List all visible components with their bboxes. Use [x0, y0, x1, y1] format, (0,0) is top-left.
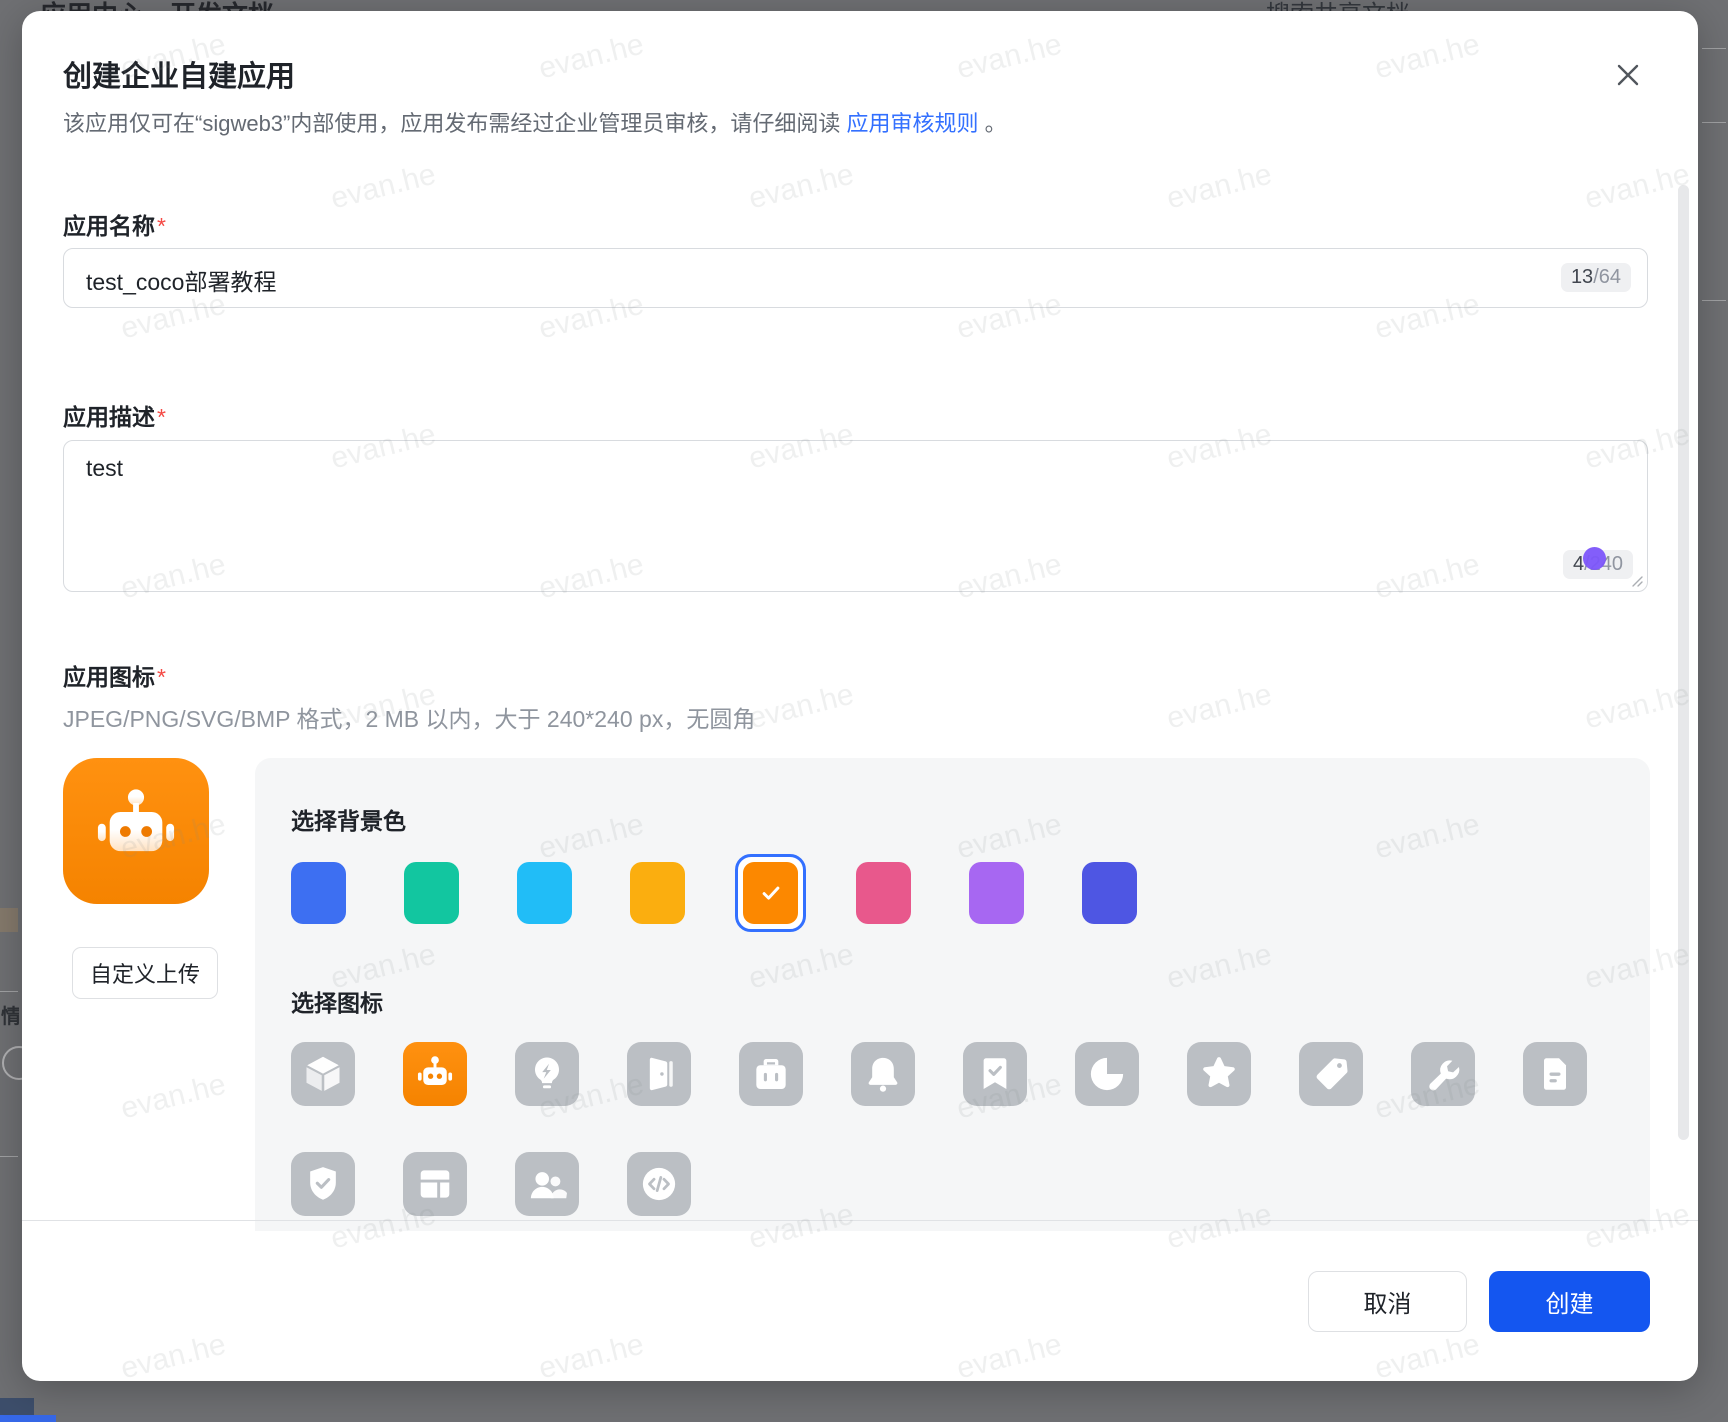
bg-color-swatch-teal[interactable]	[404, 862, 459, 924]
door-icon	[637, 1052, 681, 1096]
robot-icon	[80, 775, 192, 887]
char-counter: 13/64	[1561, 263, 1631, 292]
icon-tile-briefcase[interactable]	[739, 1042, 803, 1106]
icon-tile-star[interactable]	[1187, 1042, 1251, 1106]
screen: 应用中心 开发文档 搜索共享文档 情 创建企业自建应用 该应用仅可在“sigwe…	[0, 0, 1728, 1422]
footer-divider	[22, 1220, 1698, 1221]
app-icon-label: 应用图标*	[63, 658, 166, 692]
char-counter: 4/240	[1563, 550, 1633, 579]
background-row-fragment	[0, 908, 18, 932]
bg-color-swatch-purple[interactable]	[969, 862, 1024, 924]
background-text-fragment: 情	[1, 1000, 19, 1026]
icon-tile-layout[interactable]	[403, 1152, 467, 1216]
background-divider	[1702, 300, 1726, 301]
icon-config-panel: 选择背景色 选择图标	[255, 758, 1650, 1231]
required-asterisk: *	[157, 213, 166, 239]
background-divider	[1702, 122, 1726, 123]
icon-tile-cube[interactable]	[291, 1042, 355, 1106]
check-icon	[756, 878, 786, 908]
code-icon	[637, 1162, 681, 1206]
cancel-button[interactable]: 取消	[1308, 1271, 1467, 1332]
textarea-resize-handle[interactable]	[1628, 572, 1644, 588]
bg-color-swatch-indigo[interactable]	[1082, 862, 1137, 924]
bulb-icon	[525, 1052, 569, 1096]
review-rules-link[interactable]: 应用审核规则	[846, 111, 978, 136]
modal-scrollbar[interactable]	[1678, 185, 1689, 1140]
background-page-header-fragment: 应用中心 开发文档	[40, 0, 460, 11]
app-desc-value: test	[86, 455, 123, 482]
icon-tile-pie[interactable]	[1075, 1042, 1139, 1106]
icon-tile-door[interactable]	[627, 1042, 691, 1106]
modal-title: 创建企业自建应用	[63, 53, 295, 95]
briefcase-icon	[749, 1052, 793, 1096]
icon-tile-shield[interactable]	[291, 1152, 355, 1216]
app-name-value: test_coco部署教程	[86, 263, 276, 297]
icon-tile-bulb[interactable]	[515, 1042, 579, 1106]
bg-color-swatch-blue[interactable]	[291, 862, 346, 924]
bg-color-swatch-amber[interactable]	[630, 862, 685, 924]
collaborator-cursor-dot	[1583, 547, 1606, 570]
background-divider	[0, 991, 18, 992]
bell-icon	[861, 1052, 905, 1096]
modal-subtitle: 该应用仅可在“sigweb3”内部使用，应用发布需经过企业管理员审核，请仔细阅读…	[63, 109, 1007, 139]
icon-tile-bell[interactable]	[851, 1042, 915, 1106]
star-icon	[1197, 1052, 1241, 1096]
bg-color-heading: 选择背景色	[291, 802, 406, 836]
subtitle-text: 该应用仅可在“sigweb3”内部使用，应用发布需经过企业管理员审核，请仔细阅读	[63, 111, 846, 136]
icon-format-hint: JPEG/PNG/SVG/BMP 格式，2 MB 以内，大于 240*240 p…	[63, 700, 755, 734]
app-desc-textarea[interactable]: test 4/240	[63, 440, 1648, 592]
background-search-fragment: 搜索共享文档	[1266, 0, 1566, 11]
icon-tile-wrench[interactable]	[1411, 1042, 1475, 1106]
robot-icon	[413, 1052, 457, 1096]
shield-icon	[301, 1162, 345, 1206]
layout-icon	[413, 1162, 457, 1206]
create-button[interactable]: 创建	[1489, 1271, 1650, 1332]
close-icon[interactable]	[1608, 55, 1648, 95]
bg-color-swatch-orange[interactable]	[735, 854, 806, 932]
app-name-label: 应用名称*	[63, 207, 166, 241]
icon-tile-bookmark[interactable]	[963, 1042, 1027, 1106]
custom-upload-button[interactable]: 自定义上传	[72, 947, 218, 999]
document-icon	[1533, 1052, 1577, 1096]
users-icon	[525, 1162, 569, 1206]
app-desc-label: 应用描述*	[63, 398, 166, 432]
background-footer-bar	[0, 1415, 56, 1422]
subtitle-period: 。	[979, 111, 1007, 136]
app-icon-preview	[63, 758, 209, 904]
bg-color-swatch-pink[interactable]	[856, 862, 911, 924]
icon-tile-robot-selected[interactable]	[403, 1042, 467, 1106]
icon-tile-code[interactable]	[627, 1152, 691, 1216]
bookmark-icon	[973, 1052, 1017, 1096]
background-divider	[1702, 48, 1726, 49]
required-asterisk: *	[157, 664, 166, 690]
bg-color-swatch-cyan[interactable]	[517, 862, 572, 924]
app-name-input[interactable]: test_coco部署教程 13/64	[63, 248, 1648, 308]
required-asterisk: *	[157, 404, 166, 430]
pie-icon	[1085, 1052, 1129, 1096]
wrench-icon	[1421, 1052, 1465, 1096]
icon-tile-users[interactable]	[515, 1152, 579, 1216]
icon-tile-tag[interactable]	[1299, 1042, 1363, 1106]
tag-icon	[1309, 1052, 1353, 1096]
create-app-modal: 创建企业自建应用 该应用仅可在“sigweb3”内部使用，应用发布需经过企业管理…	[22, 11, 1698, 1381]
icon-tile-document[interactable]	[1523, 1042, 1587, 1106]
cube-icon	[301, 1052, 345, 1096]
icon-choice-heading: 选择图标	[291, 984, 383, 1018]
background-divider	[0, 1156, 18, 1157]
